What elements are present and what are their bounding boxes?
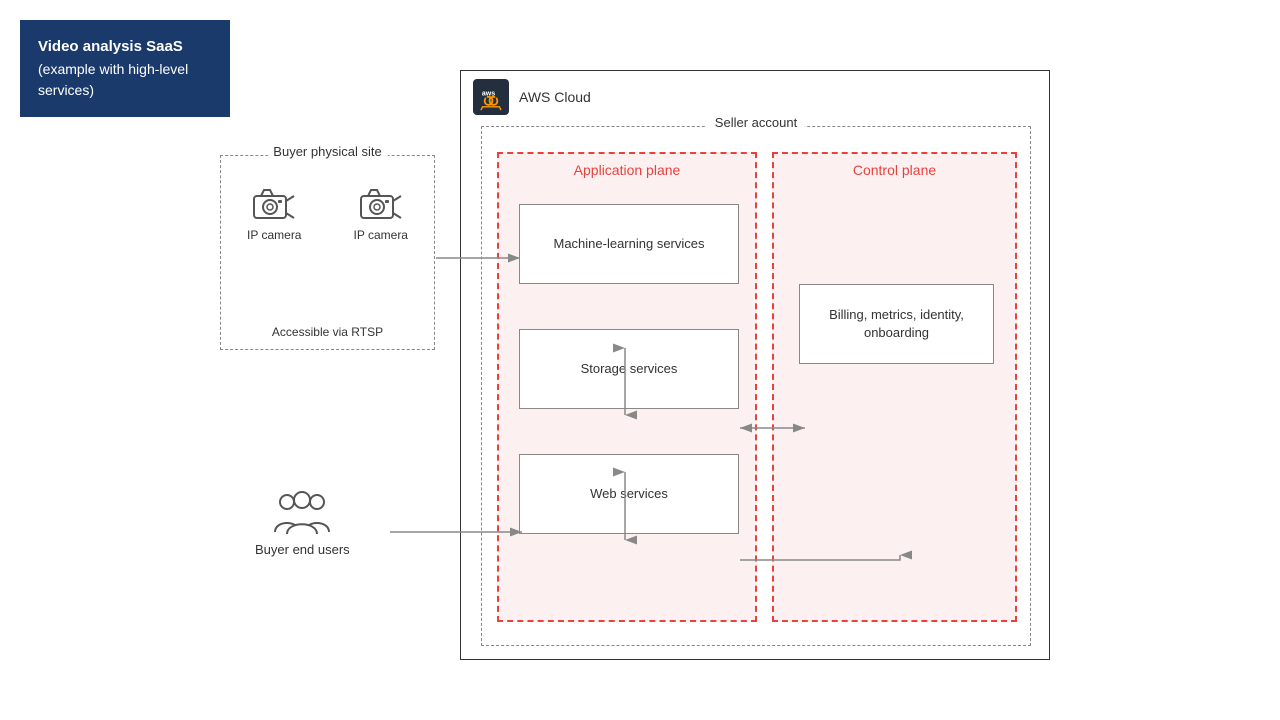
- storage-services-label: Storage services: [581, 360, 678, 378]
- billing-label: Billing, metrics, identity, onboarding: [800, 306, 993, 342]
- buyer-users-label: Buyer end users: [255, 542, 350, 557]
- rtsp-label: Accessible via RTSP: [272, 325, 383, 339]
- buyer-site-label: Buyer physical site: [267, 144, 387, 159]
- users-icon: [273, 490, 331, 536]
- aws-cloud-box: aws AWS Cloud Seller account Application…: [460, 70, 1050, 660]
- web-services-box: Web services: [519, 454, 739, 534]
- application-plane-box: Application plane Machine-learning servi…: [497, 152, 757, 622]
- camera-2-item: IP camera: [354, 186, 408, 242]
- camera-row: IP camera IP camera: [221, 186, 434, 242]
- aws-logo-svg: aws: [477, 83, 505, 111]
- title-rest: (example with high-level services): [38, 61, 188, 98]
- app-plane-label: Application plane: [574, 162, 681, 178]
- aws-logo: aws: [473, 79, 509, 115]
- storage-services-box: Storage services: [519, 329, 739, 409]
- title-bold: Video analysis SaaS: [38, 38, 183, 55]
- camera-2-icon: [359, 186, 403, 224]
- control-plane-label: Control plane: [853, 162, 936, 178]
- svg-text:aws: aws: [482, 91, 495, 98]
- seller-account-label: Seller account: [707, 115, 805, 130]
- camera-1-icon: [252, 186, 296, 224]
- web-services-label: Web services: [590, 485, 668, 503]
- title-box: Video analysis SaaS (example with high-l…: [20, 20, 230, 117]
- buyer-physical-site: Buyer physical site IP camera: [220, 155, 435, 350]
- ml-services-label: Machine-learning services: [553, 235, 704, 253]
- seller-account-box: Seller account Application plane Machine…: [481, 126, 1031, 646]
- buyer-end-users: Buyer end users: [255, 490, 350, 557]
- camera-2-label: IP camera: [354, 228, 408, 242]
- aws-cloud-label: AWS Cloud: [519, 89, 591, 105]
- billing-box: Billing, metrics, identity, onboarding: [799, 284, 994, 364]
- camera-1-item: IP camera: [247, 186, 301, 242]
- camera-1-label: IP camera: [247, 228, 301, 242]
- ml-services-box: Machine-learning services: [519, 204, 739, 284]
- control-plane-box: Control plane Billing, metrics, identity…: [772, 152, 1017, 622]
